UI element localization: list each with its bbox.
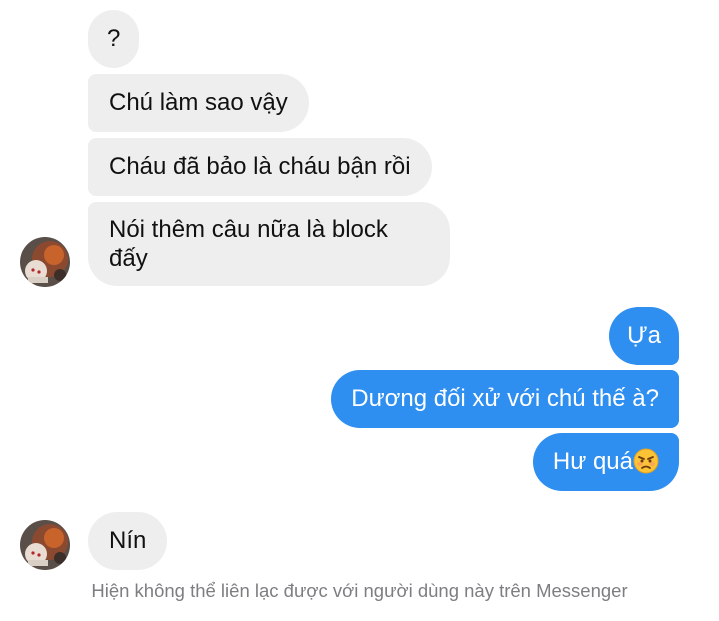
- received-message[interactable]: ?: [88, 10, 140, 68]
- received-message[interactable]: Nín: [88, 512, 168, 570]
- message-text: Dương đối xử với chú thế à?: [351, 385, 659, 412]
- message-text: Nín: [109, 527, 147, 554]
- avatar-image: [20, 520, 70, 570]
- received-message[interactable]: Chú làm sao vậy: [88, 74, 309, 132]
- sent-message[interactable]: Dương đối xử với chú thế à?: [331, 370, 679, 428]
- message-text: Hư quá: [552, 448, 633, 475]
- sent-message[interactable]: Hư quá: [532, 433, 679, 491]
- message-text: Nói thêm câu nữa là block đấy: [109, 216, 388, 272]
- avatar-image: [20, 237, 70, 287]
- contact-avatar[interactable]: [20, 237, 70, 287]
- contact-avatar[interactable]: [20, 520, 70, 570]
- received-message[interactable]: Cháu đã bảo là cháu bận rồi: [88, 138, 432, 196]
- message-text: Chú làm sao vậy: [109, 89, 288, 116]
- received-message[interactable]: Nói thêm câu nữa là block đấy: [88, 202, 450, 286]
- message-text: ?: [107, 25, 121, 52]
- unavailable-notice: Hiện không thể liên lạc được với người d…: [91, 580, 628, 601]
- sent-message[interactable]: Ựa: [609, 307, 679, 365]
- angry-face-emoji: [633, 438, 659, 496]
- message-text: Ựa: [627, 322, 661, 349]
- message-text: Cháu đã bảo là cháu bận rồi: [109, 153, 411, 180]
